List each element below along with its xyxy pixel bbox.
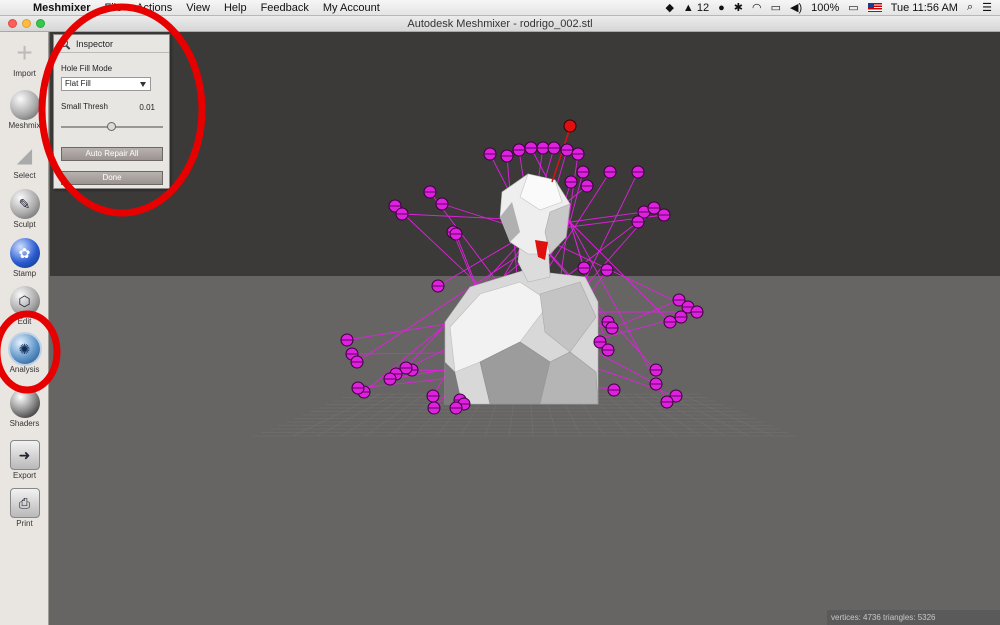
defect-marker[interactable] bbox=[660, 395, 674, 409]
small-thresh-slider-thumb[interactable] bbox=[107, 122, 116, 131]
spotlight-search-icon[interactable]: ⌕ bbox=[967, 1, 973, 14]
defect-marker[interactable] bbox=[547, 141, 561, 155]
app-menu[interactable]: Meshmixer bbox=[26, 2, 97, 14]
defect-marker[interactable] bbox=[560, 143, 574, 157]
menu-file[interactable]: File bbox=[97, 2, 129, 14]
defect-marker[interactable] bbox=[395, 207, 409, 221]
dropbox-icon[interactable]: ◆ bbox=[665, 1, 673, 14]
defect-marker[interactable] bbox=[351, 381, 365, 395]
defect-marker[interactable] bbox=[435, 197, 449, 211]
tool-stamp[interactable]: ✿ Stamp bbox=[0, 238, 49, 278]
stamp-icon: ✿ bbox=[9, 238, 40, 268]
inspector-header[interactable]: Inspector bbox=[54, 35, 169, 53]
defect-marker[interactable] bbox=[600, 263, 614, 277]
tool-meshmix[interactable]: Meshmix bbox=[0, 90, 49, 130]
defect-marker[interactable] bbox=[649, 377, 663, 391]
mesh-stats-readout: vertices: 4736 triangles: 5326 bbox=[827, 610, 1000, 625]
defect-marker[interactable] bbox=[603, 165, 617, 179]
edit-mesh-icon: ⬡ bbox=[9, 286, 40, 316]
menu-actions[interactable]: Actions bbox=[129, 2, 179, 14]
defect-marker[interactable] bbox=[577, 261, 591, 275]
bunny-icon bbox=[9, 90, 40, 120]
battery-percent[interactable]: 100% bbox=[811, 2, 839, 14]
small-thresh-value: 0.01 bbox=[139, 103, 155, 112]
tool-analysis[interactable]: ✺ Analysis bbox=[0, 334, 49, 374]
inspector-panel: Inspector Hole Fill Mode Flat Fill Small… bbox=[53, 34, 170, 189]
scene-canvas[interactable] bbox=[50, 32, 1000, 625]
defect-marker[interactable] bbox=[383, 372, 397, 386]
defect-marker[interactable] bbox=[449, 401, 463, 415]
defect-marker[interactable] bbox=[524, 141, 538, 155]
auto-repair-all-button[interactable]: Auto Repair All bbox=[61, 147, 163, 161]
defect-marker[interactable] bbox=[657, 208, 671, 222]
defect-marker[interactable] bbox=[605, 321, 619, 335]
airplay-icon[interactable]: ▭ bbox=[771, 1, 781, 14]
tool-print[interactable]: ⎙ Print bbox=[0, 488, 49, 528]
clock[interactable]: Tue 11:56 AM bbox=[891, 2, 958, 14]
defect-marker[interactable] bbox=[536, 141, 550, 155]
defect-marker[interactable] bbox=[427, 401, 441, 415]
defect-marker[interactable] bbox=[564, 175, 578, 189]
defect-marker[interactable] bbox=[423, 185, 437, 199]
defect-marker[interactable] bbox=[483, 147, 497, 161]
defect-marker[interactable] bbox=[580, 179, 594, 193]
defect-marker[interactable] bbox=[663, 315, 677, 329]
defect-marker[interactable] bbox=[426, 389, 440, 403]
globe-icon[interactable]: ● bbox=[718, 2, 725, 14]
tool-select[interactable]: ◢ Select bbox=[0, 140, 49, 180]
window-title: Autodesk Meshmixer - rodrigo_002.stl bbox=[407, 18, 593, 30]
defect-marker[interactable] bbox=[350, 355, 364, 369]
tool-import[interactable]: + Import bbox=[0, 37, 49, 78]
3d-viewport[interactable] bbox=[50, 32, 1000, 625]
volume-icon[interactable]: ◀) bbox=[790, 1, 802, 14]
us-flag-icon[interactable] bbox=[867, 3, 882, 12]
defect-marker[interactable] bbox=[601, 343, 615, 357]
defect-marker[interactable] bbox=[340, 333, 354, 347]
plus-icon: + bbox=[9, 37, 40, 68]
adobe-count: 12 bbox=[696, 1, 710, 14]
done-button[interactable]: Done bbox=[61, 171, 163, 185]
sculpt-brush-icon: ✎ bbox=[9, 189, 40, 219]
notification-center-icon[interactable]: ☰ bbox=[982, 1, 992, 14]
defect-marker[interactable] bbox=[607, 383, 621, 397]
tool-sculpt[interactable]: ✎ Sculpt bbox=[0, 189, 49, 229]
left-toolbar: + Import Meshmix ◢ Select ✎ Sculpt ✿ Sta… bbox=[0, 32, 49, 625]
analysis-sphere-icon: ✺ bbox=[9, 334, 40, 364]
defect-marker[interactable] bbox=[571, 147, 585, 161]
defect-marker[interactable] bbox=[500, 149, 514, 163]
defect-marker[interactable] bbox=[674, 310, 688, 324]
magnifier-icon bbox=[60, 38, 70, 49]
adobe-icon[interactable]: ▲ 12 bbox=[683, 2, 709, 14]
tool-shaders[interactable]: Shaders bbox=[0, 388, 49, 428]
dropdown-arrow-icon bbox=[140, 82, 146, 87]
bluetooth-icon[interactable]: ✱ bbox=[734, 1, 743, 14]
hole-fill-mode-value: Flat Fill bbox=[65, 79, 91, 88]
battery-icon: ▭ bbox=[848, 2, 859, 14]
defect-marker[interactable] bbox=[631, 215, 645, 229]
wifi-icon[interactable]: ◠ bbox=[752, 1, 762, 14]
defect-marker[interactable] bbox=[512, 143, 526, 157]
tool-export[interactable]: ➜ Export bbox=[0, 440, 49, 480]
shader-sphere-icon bbox=[9, 388, 40, 418]
menu-feedback[interactable]: Feedback bbox=[254, 2, 316, 14]
hole-fill-mode-label: Hole Fill Mode bbox=[61, 64, 113, 73]
defect-marker[interactable] bbox=[449, 227, 463, 241]
small-thresh-label: Small Thresh bbox=[61, 102, 108, 111]
menu-view[interactable]: View bbox=[179, 2, 217, 14]
menu-help[interactable]: Help bbox=[217, 2, 254, 14]
defect-marker[interactable] bbox=[690, 305, 704, 319]
defect-marker[interactable] bbox=[576, 165, 590, 179]
defect-marker[interactable] bbox=[631, 165, 645, 179]
export-icon: ➜ bbox=[9, 440, 40, 470]
brush-icon: ◢ bbox=[9, 140, 40, 170]
inspector-title: Inspector bbox=[76, 38, 114, 49]
menu-my-account[interactable]: My Account bbox=[316, 2, 387, 14]
tool-edit[interactable]: ⬡ Edit bbox=[0, 286, 49, 326]
printer-icon: ⎙ bbox=[9, 488, 40, 518]
defect-marker[interactable] bbox=[431, 279, 445, 293]
menu-bar: Meshmixer File Actions View Help Feedbac… bbox=[0, 0, 1000, 16]
defect-marker[interactable] bbox=[649, 363, 663, 377]
hole-fill-mode-select[interactable]: Flat Fill bbox=[61, 77, 151, 91]
window-title-bar: Autodesk Meshmixer - rodrigo_002.stl bbox=[0, 16, 1000, 32]
